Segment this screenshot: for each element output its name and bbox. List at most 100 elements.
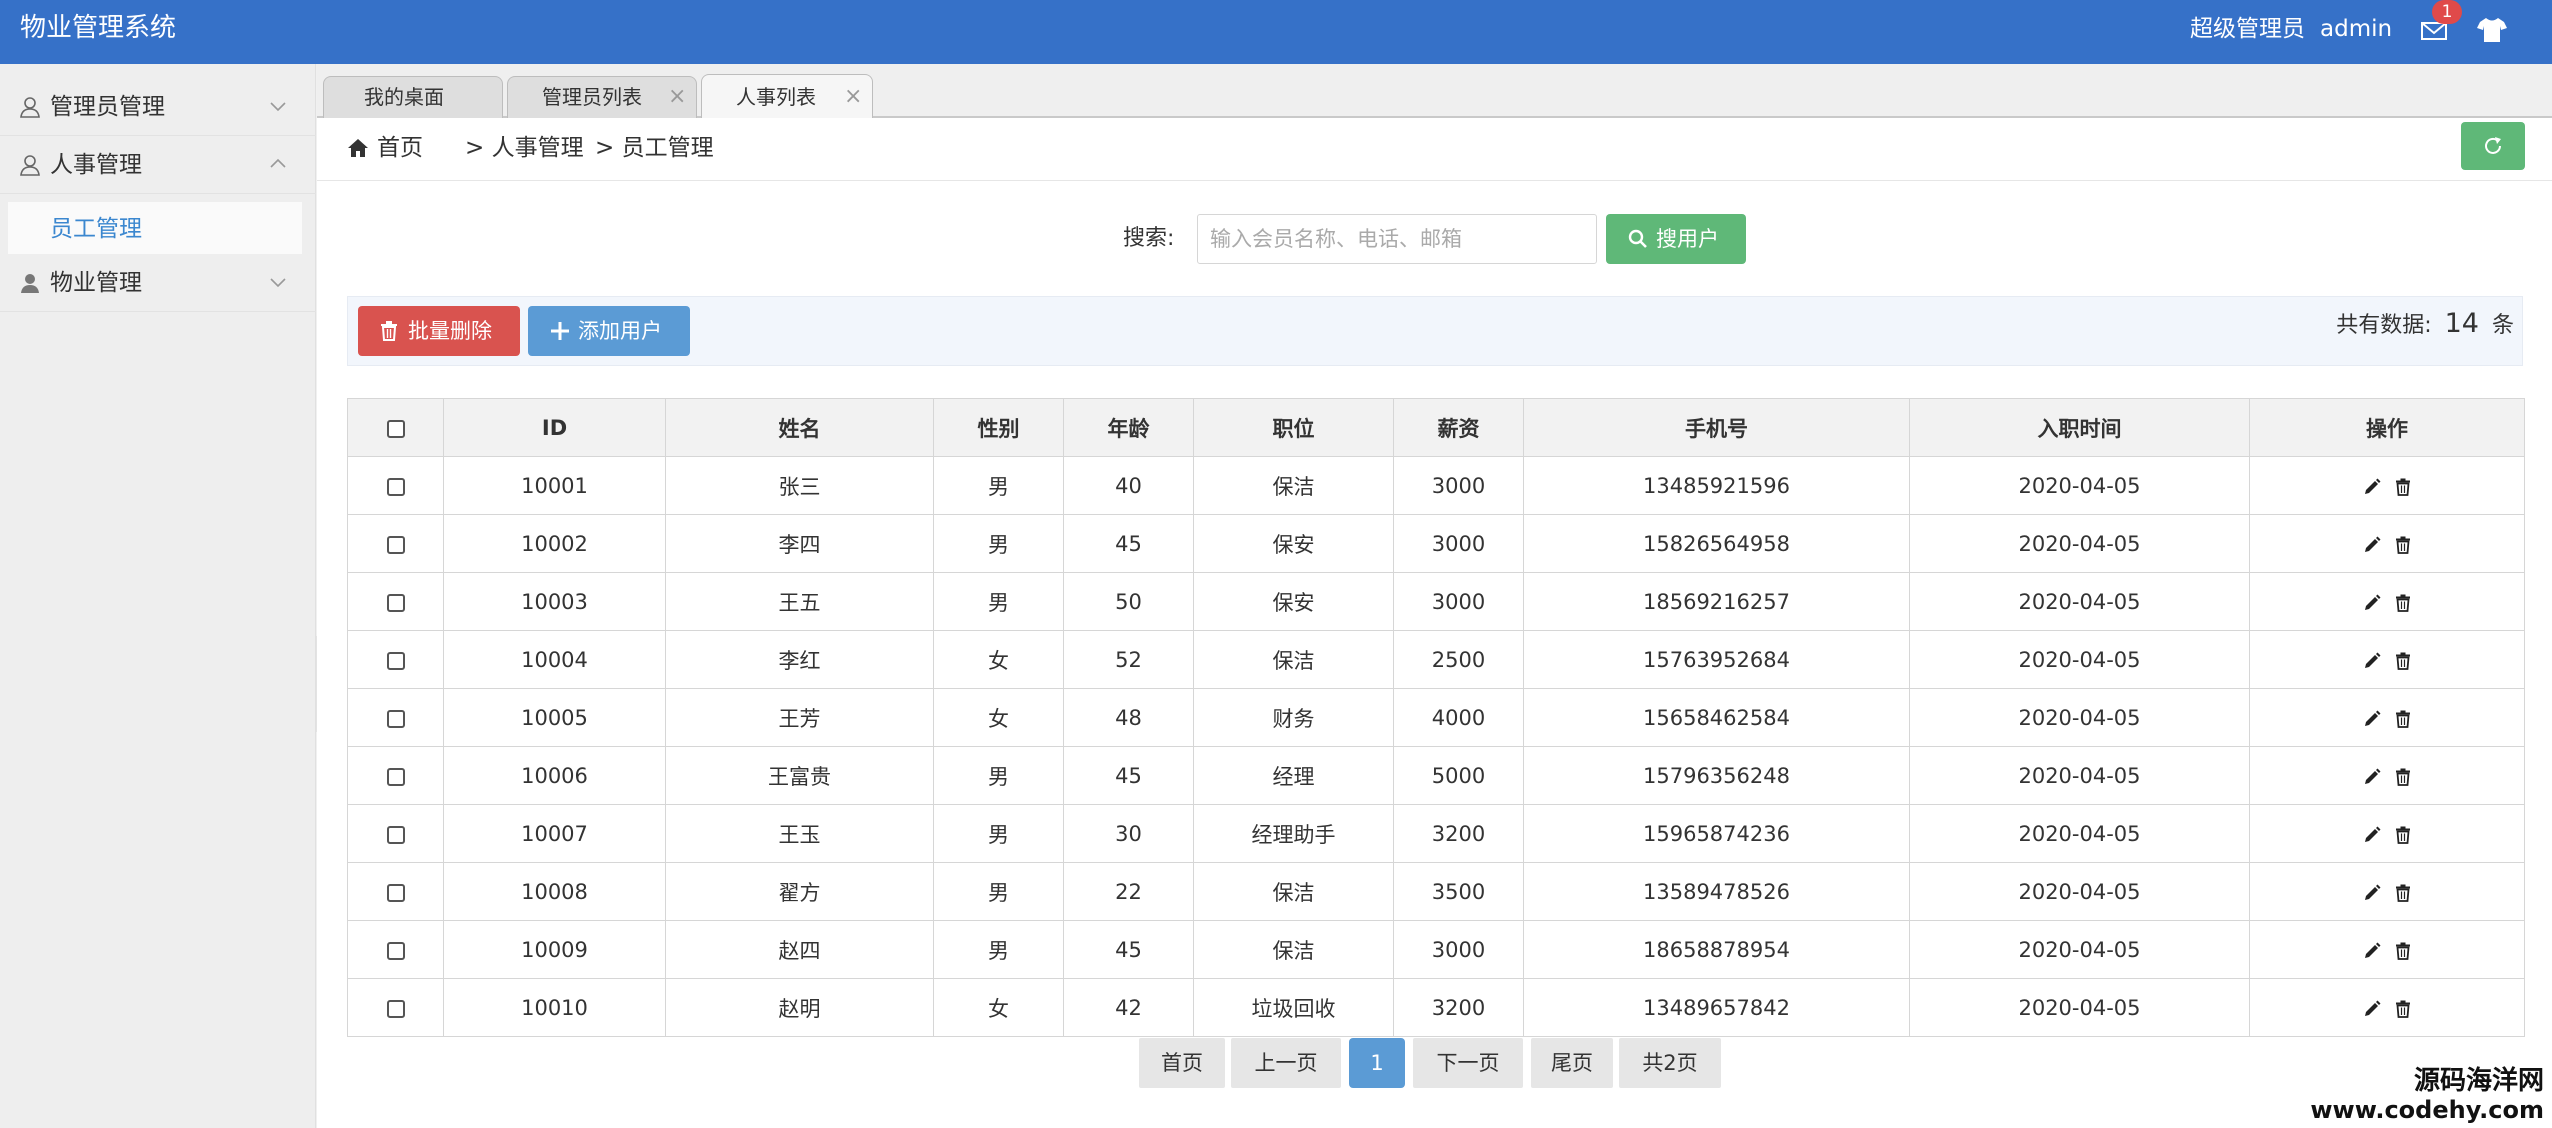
table-cell: 男 [933, 514, 1064, 573]
user-name-link[interactable]: admin [2320, 12, 2392, 46]
column-header: 手机号 [1523, 398, 1910, 457]
watermark-line1: 源码海洋网 [2413, 1066, 2544, 1096]
row-checkbox[interactable] [386, 999, 405, 1018]
table-cell: 王五 [665, 572, 934, 631]
edit-pencil-icon[interactable] [2363, 826, 2381, 844]
row-checkbox[interactable] [386, 825, 405, 844]
user-role: 超级管理员 [2190, 16, 2305, 42]
edit-pencil-icon[interactable] [2363, 1000, 2381, 1018]
edit-pencil-icon[interactable] [2363, 478, 2381, 496]
delete-trash-icon[interactable] [2395, 710, 2411, 728]
row-checkbox[interactable] [386, 941, 405, 960]
prev-page-button[interactable]: 上一页 [1231, 1038, 1341, 1088]
user-outline-icon [20, 97, 40, 118]
table-cell: 垃圾回收 [1193, 978, 1394, 1037]
table-cell: 女 [933, 978, 1064, 1037]
row-select-cell [347, 978, 444, 1037]
delete-trash-icon[interactable] [2395, 768, 2411, 786]
divider [317, 180, 2552, 181]
user-solid-icon [21, 274, 39, 293]
tab-hr-list[interactable]: 人事列表 × [701, 74, 873, 120]
sidebar-item-label: 物业管理 [50, 270, 142, 296]
edit-pencil-icon[interactable] [2363, 710, 2381, 728]
sidebar-item-admin-management[interactable]: 管理员管理 [0, 78, 316, 136]
row-checkbox[interactable] [386, 477, 405, 496]
sidebar-item-hr-management[interactable]: 人事管理 [0, 136, 316, 194]
table-cell: 52 [1063, 630, 1194, 689]
row-checkbox[interactable] [386, 883, 405, 902]
table-cell: 3000 [1393, 572, 1524, 631]
add-user-button[interactable]: 添加用户 [528, 306, 690, 356]
edit-pencil-icon[interactable] [2363, 768, 2381, 786]
tab-my-desktop[interactable]: 我的桌面 [323, 76, 503, 118]
table-cell: 10002 [443, 514, 666, 573]
breadcrumb-hr-link[interactable]: > 人事管理 [465, 130, 584, 166]
search-icon [1628, 229, 1647, 248]
next-page-button[interactable]: 下一页 [1413, 1038, 1523, 1088]
close-icon[interactable]: × [668, 77, 686, 117]
tab-admin-list[interactable]: 管理员列表 × [507, 76, 697, 118]
refresh-button[interactable] [2461, 122, 2525, 170]
delete-trash-icon[interactable] [2395, 942, 2411, 960]
current-page-button[interactable]: 1 [1349, 1038, 1405, 1088]
row-select-cell [347, 630, 444, 689]
delete-trash-icon[interactable] [2395, 826, 2411, 844]
table-cell: 10008 [443, 862, 666, 921]
table-cell: 2020-04-05 [1909, 688, 2250, 747]
row-select-cell [347, 514, 444, 573]
table-header-row: ID 姓名 性别 年龄 职位 薪资 手机号 入职时间 操作 [347, 398, 2525, 457]
column-header: 职位 [1193, 398, 1394, 457]
table-cell: 李四 [665, 514, 934, 573]
table-cell: 40 [1063, 456, 1194, 515]
delete-trash-icon[interactable] [2395, 536, 2411, 554]
skin-shirt-icon[interactable] [2476, 16, 2508, 44]
row-select-cell [347, 456, 444, 515]
table-row: 10006 王富贵男 45 经理 5000 15796356248 2020-04-05 [347, 746, 2525, 805]
table-cell: 2020-04-05 [1909, 862, 2250, 921]
table-toolbar: 批量删除 添加用户 共有数据: 14 条 [347, 296, 2523, 366]
delete-trash-icon[interactable] [2395, 478, 2411, 496]
close-icon[interactable]: × [844, 77, 862, 117]
table-cell: 3000 [1393, 456, 1524, 515]
table-cell: 张三 [665, 456, 934, 515]
select-all-checkbox[interactable] [386, 419, 405, 438]
row-checkbox[interactable] [386, 535, 405, 554]
row-select-cell [347, 572, 444, 631]
last-page-button[interactable]: 尾页 [1531, 1038, 1613, 1088]
row-checkbox[interactable] [386, 767, 405, 786]
first-page-button[interactable]: 首页 [1139, 1038, 1225, 1088]
table-cell: 王玉 [665, 804, 934, 863]
delete-trash-icon[interactable] [2395, 1000, 2411, 1018]
sidebar-item-property-management[interactable]: 物业管理 [0, 254, 316, 312]
breadcrumb-home-link[interactable]: 首页 [377, 130, 423, 166]
table-cell: 22 [1063, 862, 1194, 921]
row-actions-cell [2249, 514, 2525, 573]
table-row: 10001 张三男 40 保洁 3000 13485921596 2020-04-05 [347, 456, 2525, 515]
batch-delete-button[interactable]: 批量删除 [358, 306, 520, 356]
edit-pencil-icon[interactable] [2363, 942, 2381, 960]
table-cell: 保安 [1193, 572, 1394, 631]
table-cell: 男 [933, 920, 1064, 979]
delete-trash-icon[interactable] [2395, 884, 2411, 902]
table-row: 10007 王玉男 30 经理助手 3200 15965874236 2020-04-05 [347, 804, 2525, 863]
search-users-button[interactable]: 搜用户 [1606, 214, 1746, 264]
table-cell: 30 [1063, 804, 1194, 863]
table-cell: 2500 [1393, 630, 1524, 689]
row-checkbox[interactable] [386, 593, 405, 612]
table-cell: 10005 [443, 688, 666, 747]
row-checkbox[interactable] [386, 651, 405, 670]
table-cell: 保洁 [1193, 920, 1394, 979]
breadcrumb-current: > 员工管理 [595, 135, 714, 161]
edit-pencil-icon[interactable] [2363, 594, 2381, 612]
table-cell: 3200 [1393, 978, 1524, 1037]
row-checkbox[interactable] [386, 709, 405, 728]
edit-pencil-icon[interactable] [2363, 536, 2381, 554]
edit-pencil-icon[interactable] [2363, 652, 2381, 670]
delete-trash-icon[interactable] [2395, 594, 2411, 612]
search-input[interactable] [1197, 214, 1597, 264]
table-cell: 2020-04-05 [1909, 804, 2250, 863]
delete-trash-icon[interactable] [2395, 652, 2411, 670]
sidebar-subitem-employee-management[interactable]: 员工管理 [8, 202, 302, 254]
edit-pencil-icon[interactable] [2363, 884, 2381, 902]
table-cell: 45 [1063, 920, 1194, 979]
